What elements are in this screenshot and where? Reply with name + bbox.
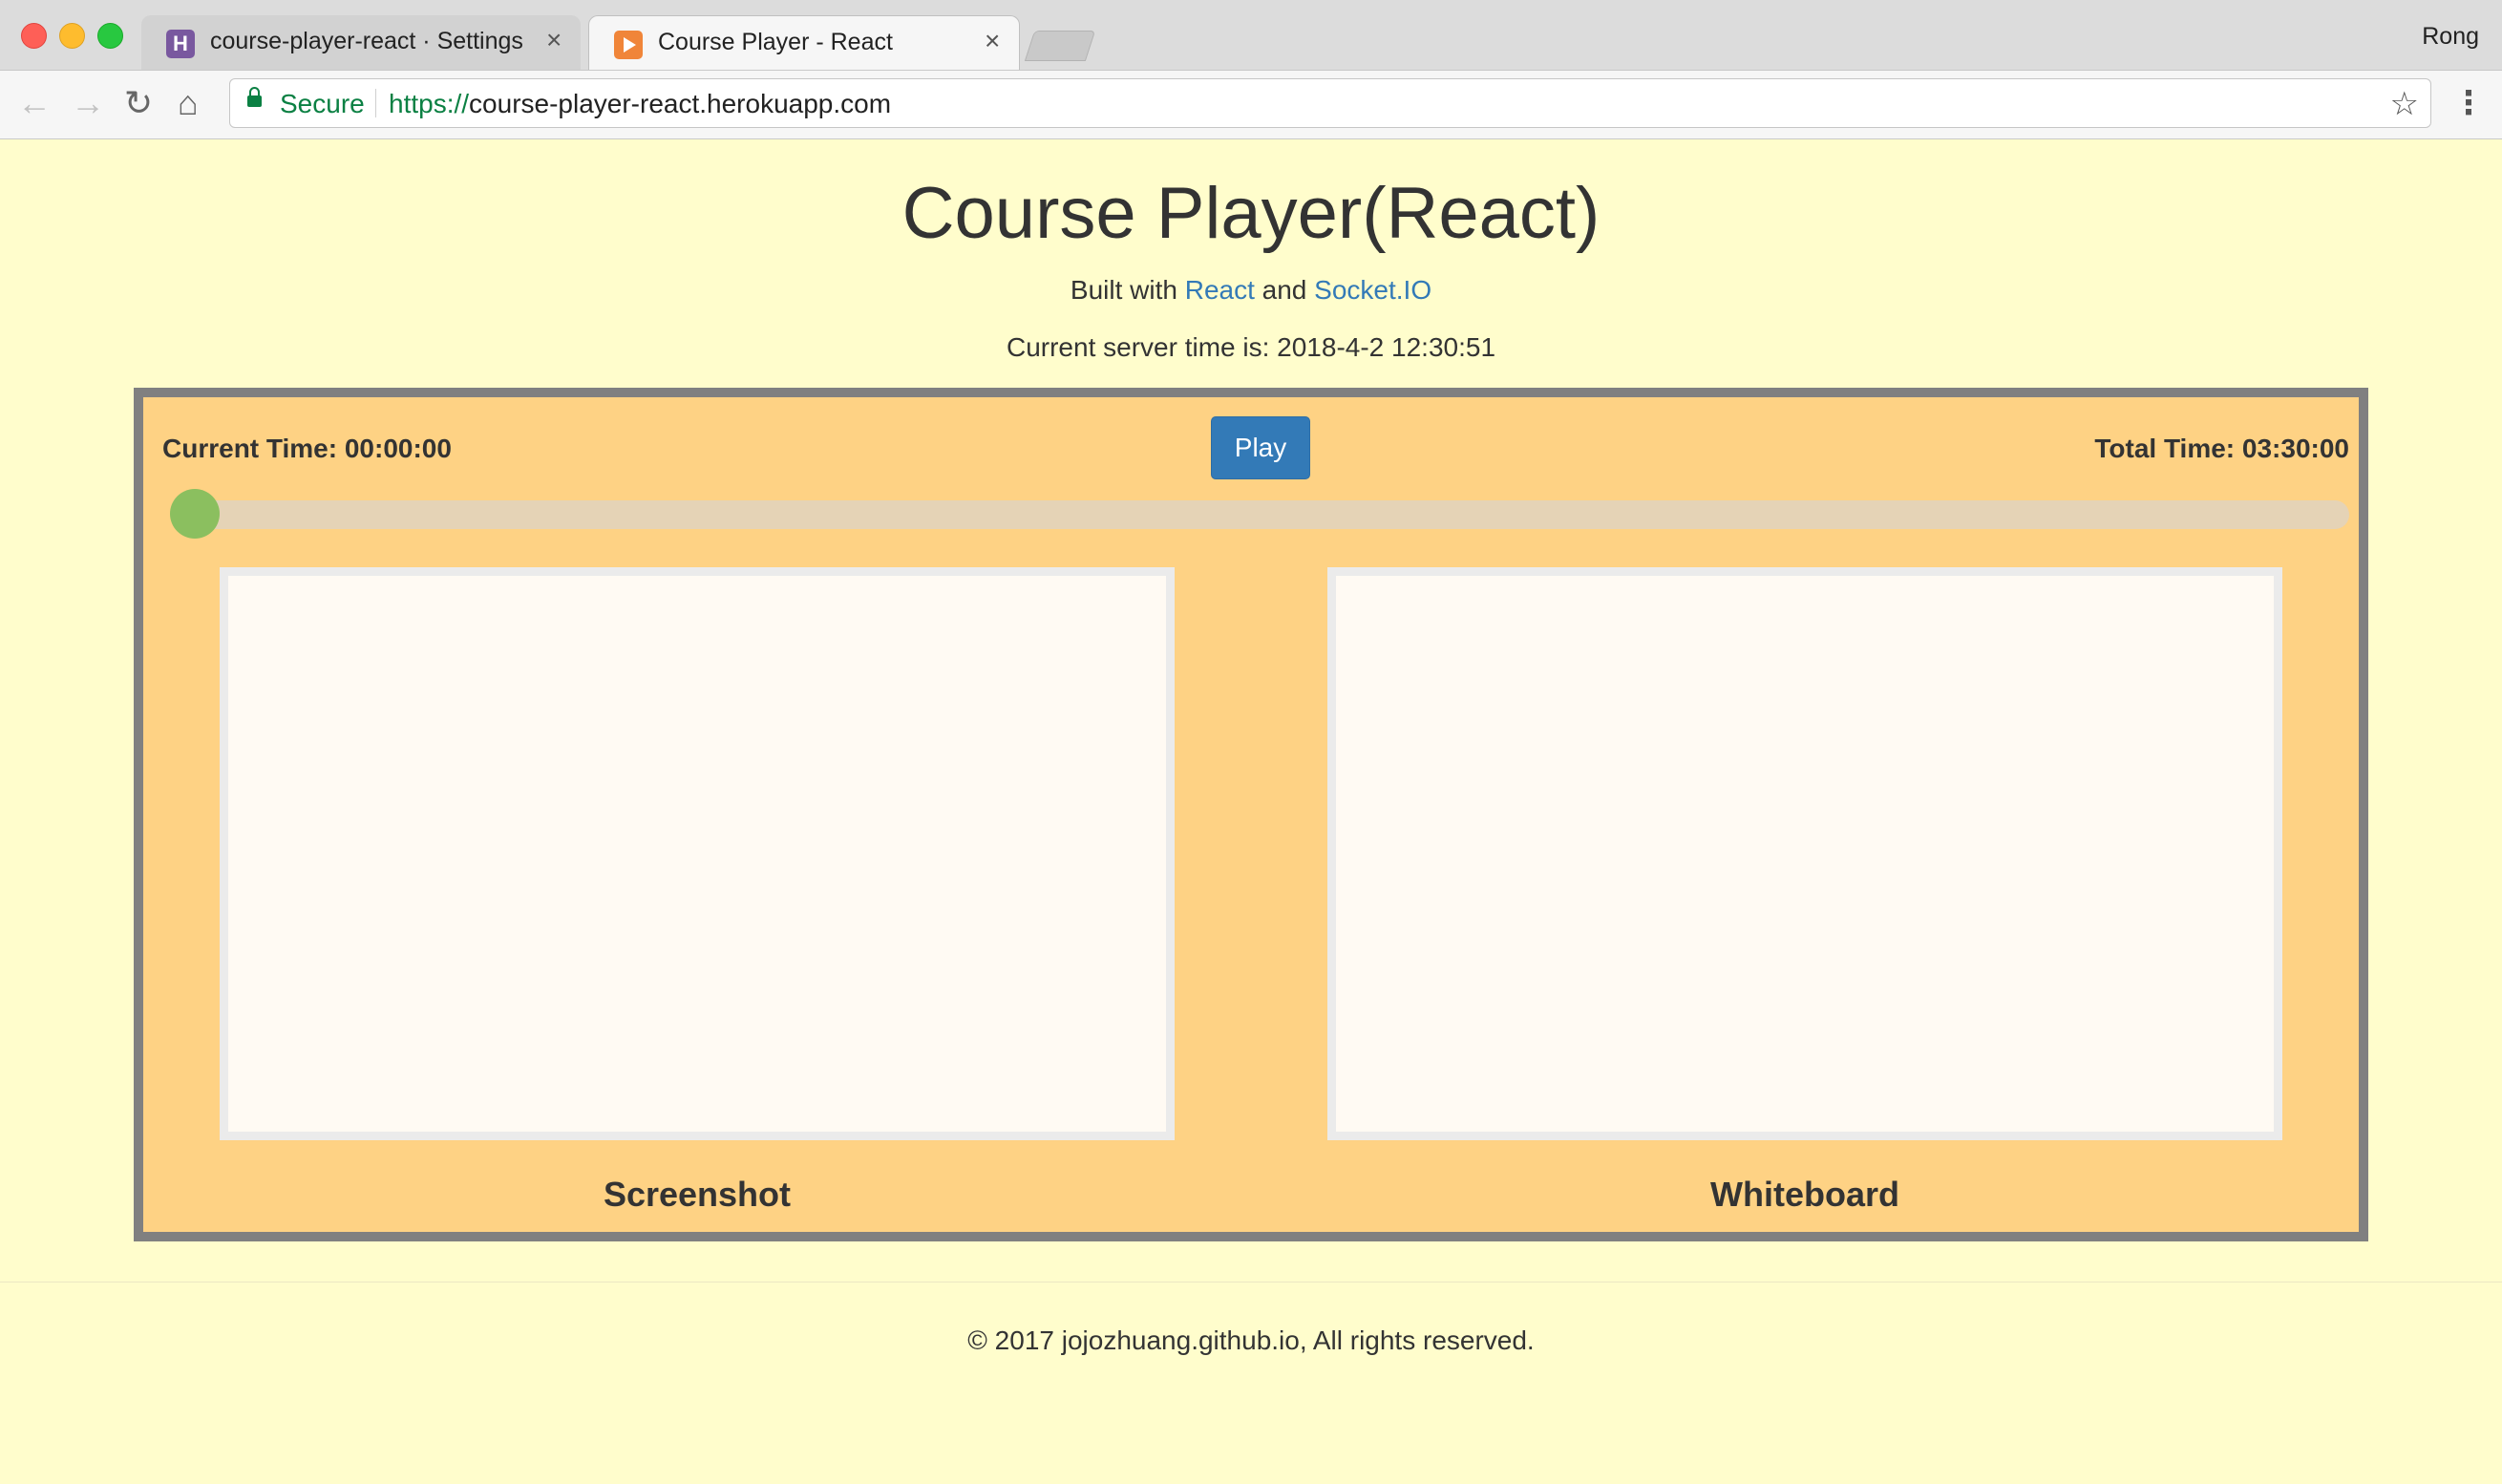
back-arrow-icon[interactable]: ← <box>17 84 52 122</box>
close-window-button[interactable] <box>21 23 47 49</box>
url-host: course-player-react.herokuapp.com <box>469 89 892 118</box>
secure-label: Secure <box>280 89 365 118</box>
lock-icon <box>247 87 262 107</box>
subtitle: Built with React and Socket.IO <box>0 275 2502 306</box>
address-bar[interactable]: Secure https://course-player-react.herok… <box>229 78 2431 128</box>
progress-slider-track[interactable] <box>172 500 2349 529</box>
profile-name[interactable]: Rong <box>2422 23 2479 51</box>
tab-title: course-player-react · Settings <box>210 28 523 54</box>
current-time-label: Current Time: 00:00:00 <box>162 434 452 463</box>
progress-slider-handle[interactable] <box>170 489 220 539</box>
footer-divider <box>0 1282 2502 1283</box>
footer-copyright: © 2017 jojozhuang.github.io, All rights … <box>967 1325 1535 1355</box>
browser-toolbar: ← → ↻ ⌂ Secure https://course-player-rea… <box>0 70 2502 139</box>
play-button[interactable]: Play <box>1211 416 1310 479</box>
subtitle-prefix: Built with <box>1070 275 1185 305</box>
page-title: Course Player(React) <box>901 173 1601 254</box>
close-icon[interactable]: × <box>546 25 562 55</box>
player-icon <box>614 31 643 59</box>
server-time: Current server time is: 2018-4-2 12:30:5… <box>1006 332 1496 362</box>
subtitle-middle: and <box>1254 275 1315 305</box>
browser-menu-icon[interactable]: ⋮ <box>2452 84 2485 122</box>
home-icon[interactable]: ⌂ <box>178 84 199 122</box>
browser-tab-strip: H course-player-react · Settings × Cours… <box>0 0 2502 71</box>
tab-course-player[interactable]: Course Player - React × <box>588 15 1020 71</box>
forward-arrow-icon[interactable]: → <box>71 84 105 122</box>
whiteboard-label: Whiteboard <box>1710 1175 1899 1214</box>
react-link[interactable]: React <box>1185 275 1255 305</box>
maximize-window-button[interactable] <box>97 23 123 49</box>
whiteboard-panel[interactable] <box>1327 567 2282 1140</box>
url-text: https://course-player-react.herokuapp.co… <box>389 89 891 119</box>
reload-icon[interactable]: ↻ <box>124 84 153 122</box>
divider <box>375 89 376 117</box>
screenshot-label: Screenshot <box>603 1175 792 1214</box>
socketio-link[interactable]: Socket.IO <box>1314 275 1431 305</box>
new-tab-button[interactable] <box>1024 31 1096 61</box>
tab-heroku-settings[interactable]: H course-player-react · Settings × <box>141 15 581 70</box>
total-time-label: Total Time: 03:30:00 <box>2094 434 2349 463</box>
close-icon[interactable]: × <box>985 26 1000 56</box>
heroku-icon: H <box>166 30 195 58</box>
url-scheme: https:// <box>389 89 470 118</box>
minimize-window-button[interactable] <box>59 23 85 49</box>
tab-title: Course Player - React <box>658 29 893 55</box>
bookmark-star-icon[interactable]: ☆ <box>2390 85 2419 123</box>
screenshot-panel <box>220 567 1175 1140</box>
